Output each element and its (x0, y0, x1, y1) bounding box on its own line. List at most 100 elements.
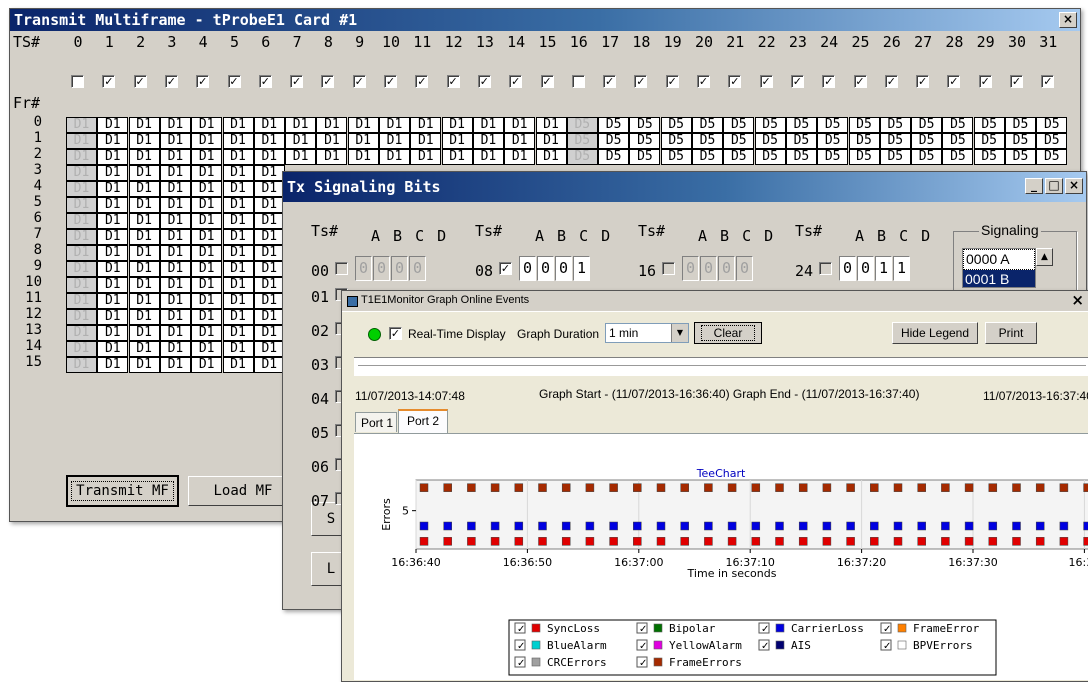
multiframe-cell[interactable]: D1 (191, 213, 223, 229)
multiframe-cell[interactable]: D1 (191, 117, 223, 133)
signal-bit-field[interactable]: 1 (875, 256, 892, 281)
multiframe-cell[interactable]: D5 (817, 149, 849, 165)
signaling-item-a[interactable]: 0000 A (963, 249, 1035, 270)
multiframe-cell[interactable]: D5 (1036, 133, 1068, 149)
ts-checkbox[interactable]: ✓ (1041, 75, 1055, 88)
multiframe-cell[interactable]: D1 (159, 341, 191, 357)
multiframe-cell[interactable]: D1 (159, 165, 191, 181)
multiframe-cell[interactable]: D1 (222, 277, 254, 293)
signaling-item-b[interactable]: 0001 B (963, 270, 1035, 287)
multiframe-cell[interactable]: D1 (253, 149, 285, 165)
multiframe-cell[interactable]: D1 (253, 245, 285, 261)
multiframe-cell[interactable]: D1 (347, 133, 379, 149)
multiframe-cell[interactable]: D1 (128, 165, 160, 181)
ts-checkbox[interactable]: ✓ (133, 75, 147, 88)
multiframe-cell[interactable]: D5 (692, 133, 723, 149)
multiframe-cell[interactable]: D1 (253, 117, 285, 133)
multiframe-cell[interactable]: D1 (379, 133, 410, 149)
multiframe-cell[interactable]: D1 (441, 149, 473, 165)
ts-checkbox[interactable]: ✓ (258, 75, 272, 88)
multiframe-cell[interactable]: D1 (159, 213, 191, 229)
multiframe-cell[interactable]: D1 (97, 133, 129, 149)
multiframe-cell[interactable]: D1 (253, 197, 285, 213)
multiframe-cell[interactable]: D1 (66, 197, 97, 213)
multiframe-cell[interactable]: D1 (222, 117, 254, 133)
multiframe-cell[interactable]: D1 (410, 133, 442, 149)
multiframe-cell[interactable]: D1 (316, 149, 348, 165)
multiframe-cell[interactable]: D1 (66, 213, 97, 229)
multiframe-cell[interactable]: D1 (285, 133, 317, 149)
multiframe-cell[interactable]: D5 (1005, 133, 1036, 149)
ts-checkbox[interactable]: ✓ (227, 75, 241, 88)
multiframe-cell[interactable]: D5 (911, 133, 943, 149)
multiframe-cell[interactable]: D1 (66, 181, 97, 197)
multiframe-cell[interactable]: D5 (817, 117, 849, 133)
multiframe-cell[interactable]: D1 (191, 325, 223, 341)
multiframe-cell[interactable]: D1 (66, 325, 97, 341)
multiframe-cell[interactable]: D1 (159, 149, 191, 165)
ts-checkbox[interactable]: ✓ (415, 75, 429, 88)
multiframe-cell[interactable]: D1 (441, 117, 473, 133)
signaling-minimize-button[interactable]: _ (1025, 178, 1043, 194)
multiframe-cell[interactable]: D5 (754, 149, 786, 165)
multiframe-cell[interactable]: D1 (316, 133, 348, 149)
multiframe-cell[interactable]: D5 (692, 149, 723, 165)
multiframe-cell[interactable]: D1 (97, 293, 129, 309)
multiframe-cell[interactable]: D1 (222, 325, 254, 341)
multiframe-cell[interactable]: D5 (566, 149, 598, 165)
multiframe-cell[interactable]: D1 (191, 357, 223, 373)
ts-checkbox[interactable]: ✓ (947, 75, 961, 88)
multiframe-cell[interactable]: D1 (535, 117, 567, 133)
ts-checkbox[interactable]: ✓ (853, 75, 867, 88)
multiframe-cell[interactable]: D5 (911, 117, 943, 133)
multiframe-cell[interactable]: D1 (97, 165, 129, 181)
multiframe-cell[interactable]: D1 (253, 213, 285, 229)
multiframe-cell[interactable]: D1 (253, 229, 285, 245)
multiframe-cell[interactable]: D1 (253, 165, 285, 181)
multiframe-cell[interactable]: D1 (128, 277, 160, 293)
multiframe-cell[interactable]: D1 (191, 293, 223, 309)
multiframe-cell[interactable]: D1 (128, 181, 160, 197)
ts-checkbox[interactable]: ✓ (509, 75, 523, 88)
multiframe-cell[interactable]: D5 (973, 149, 1005, 165)
multiframe-cell[interactable]: D1 (347, 117, 379, 133)
multiframe-cell[interactable]: D5 (973, 133, 1005, 149)
multiframe-cell[interactable]: D1 (253, 325, 285, 341)
multiframe-cell[interactable]: D5 (942, 149, 974, 165)
multiframe-cell[interactable]: D1 (66, 165, 97, 181)
multiframe-cell[interactable]: D1 (316, 117, 348, 133)
multiframe-cell[interactable]: D1 (253, 309, 285, 325)
multiframe-cell[interactable]: D1 (253, 133, 285, 149)
multiframe-cell[interactable]: D1 (191, 181, 223, 197)
multiframe-cell[interactable]: D5 (566, 117, 598, 133)
ts-checkbox[interactable]: ✓ (790, 75, 804, 88)
multiframe-cell[interactable]: D5 (598, 133, 630, 149)
multiframe-cell[interactable]: D1 (66, 357, 97, 373)
multiframe-cell[interactable]: D5 (848, 117, 880, 133)
multiframe-cell[interactable]: D5 (660, 149, 692, 165)
multiframe-cell[interactable]: D1 (222, 165, 254, 181)
signaling-listbox[interactable]: 0000 A 0001 B (962, 248, 1036, 288)
multiframe-titlebar[interactable]: Transmit Multiframe - tProbeE1 Card #1 (10, 9, 1080, 31)
multiframe-cell[interactable]: D1 (66, 133, 97, 149)
ts-checkbox[interactable]: ✓ (290, 75, 304, 88)
multiframe-cell[interactable]: D1 (97, 149, 129, 165)
multiframe-cell[interactable]: D1 (128, 293, 160, 309)
multiframe-cell[interactable]: D1 (159, 229, 191, 245)
signaling-scroll-up-icon[interactable]: ▲ (1036, 248, 1053, 266)
multiframe-cell[interactable]: D1 (97, 261, 129, 277)
multiframe-cell[interactable]: D5 (629, 149, 661, 165)
multiframe-cell[interactable]: D1 (159, 325, 191, 341)
signal-bit-field[interactable]: 0 (519, 256, 536, 281)
signal-bit-field[interactable]: 0 (718, 256, 735, 281)
multiframe-cell[interactable]: D1 (128, 245, 160, 261)
clear-button[interactable]: Clear (694, 322, 762, 344)
multiframe-cell[interactable]: D1 (97, 309, 129, 325)
multiframe-cell[interactable]: D1 (191, 133, 223, 149)
ts-checkbox[interactable]: ✓ (665, 75, 679, 88)
multiframe-cell[interactable]: D5 (660, 117, 692, 133)
ts-enable-checkbox[interactable] (335, 262, 348, 275)
multiframe-close-button[interactable]: × (1059, 12, 1077, 28)
multiframe-cell[interactable]: D5 (1005, 117, 1036, 133)
multiframe-cell[interactable]: D1 (128, 117, 160, 133)
